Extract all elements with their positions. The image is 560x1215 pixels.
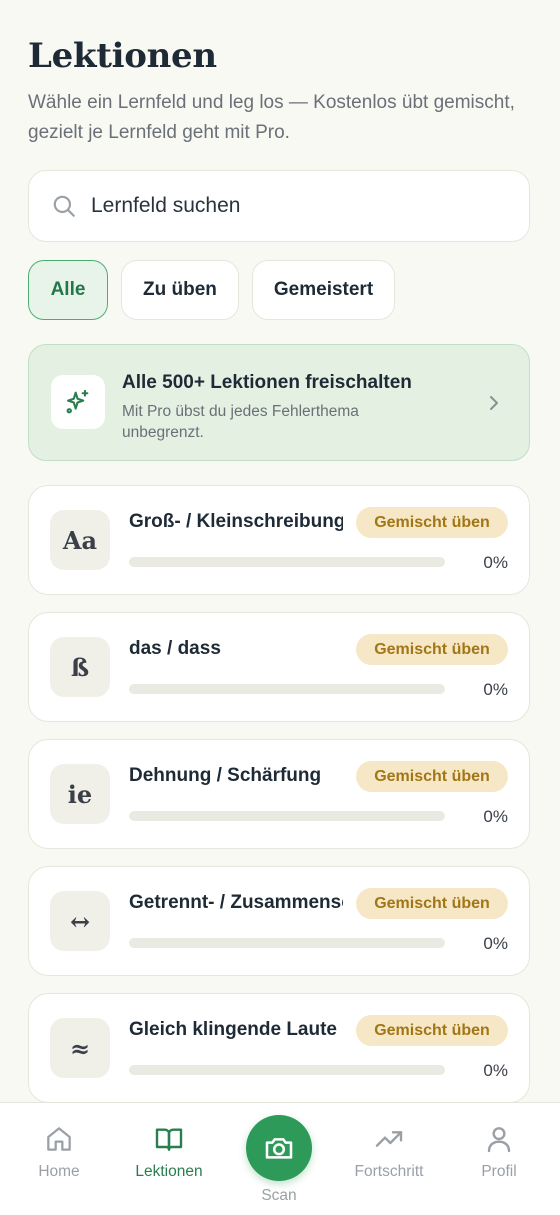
progress-bar bbox=[129, 811, 445, 821]
nav-lessons[interactable]: Lektionen bbox=[119, 1123, 219, 1181]
mixed-practice-badge[interactable]: Gemischt üben bbox=[356, 888, 508, 919]
lesson-card-dehnung-schaerfung[interactable]: ie Dehnung / Schärfung Gemischt üben 0% bbox=[28, 739, 530, 849]
nav-lessons-label: Lektionen bbox=[135, 1163, 203, 1180]
scan-button[interactable] bbox=[246, 1115, 312, 1181]
mixed-practice-badge[interactable]: Gemischt üben bbox=[356, 1015, 508, 1046]
progress-percent: 0% bbox=[483, 553, 508, 572]
page-title: Lektionen bbox=[28, 36, 217, 76]
pro-unlock-banner[interactable]: Alle 500+ Lektionen freischalten Mit Pro… bbox=[28, 344, 530, 461]
chevron-right-icon bbox=[490, 396, 498, 410]
lesson-title: Groß- / Kleinschreibung bbox=[129, 511, 343, 532]
lesson-icon: Aa bbox=[50, 510, 110, 570]
trending-up-icon bbox=[375, 1131, 403, 1147]
home-icon bbox=[47, 1127, 71, 1151]
progress-bar bbox=[129, 938, 445, 948]
user-icon bbox=[487, 1127, 511, 1153]
scan-label: Scan bbox=[261, 1187, 297, 1204]
filter-chip-to-practice[interactable]: Zu üben bbox=[121, 260, 239, 320]
progress-percent: 0% bbox=[483, 680, 508, 699]
nav-progress-label: Fortschritt bbox=[354, 1163, 424, 1180]
progress-percent: 0% bbox=[483, 1061, 508, 1080]
lesson-icon: ie bbox=[50, 764, 110, 824]
lesson-title: das / dass bbox=[129, 638, 221, 659]
promo-description: Mit Pro übst du jedes Fehlerthema unbegr… bbox=[122, 403, 359, 441]
lesson-title: Getrennt- / Zusammenschreibung bbox=[129, 892, 343, 913]
progress-bar bbox=[129, 557, 445, 567]
book-icon bbox=[155, 1128, 183, 1151]
search-bar[interactable] bbox=[28, 170, 530, 242]
filter-chips: Alle Zu üben Gemeistert bbox=[28, 260, 396, 320]
lesson-title: Dehnung / Schärfung bbox=[129, 765, 322, 786]
search-icon bbox=[53, 195, 75, 217]
nav-profile[interactable]: Profil bbox=[449, 1123, 549, 1181]
progress-percent: 0% bbox=[483, 934, 508, 953]
nav-progress[interactable]: Fortschritt bbox=[339, 1123, 439, 1181]
lesson-card-getrennt-zusammen[interactable]: ↔ Getrennt- / Zusammenschreibung Gemisch… bbox=[28, 866, 530, 976]
filter-chip-mastered[interactable]: Gemeistert bbox=[251, 260, 396, 320]
bottom-nav: Home Lektionen Scan Fortschritt Profil bbox=[0, 1102, 560, 1215]
progress-bar bbox=[129, 684, 445, 694]
progress-bar bbox=[129, 1065, 445, 1075]
lesson-title: Gleich klingende Laute bbox=[129, 1019, 337, 1040]
nav-home[interactable]: Home bbox=[9, 1123, 109, 1181]
nav-home-label: Home bbox=[38, 1163, 80, 1180]
lesson-icon: ≈ bbox=[50, 1018, 110, 1078]
mixed-practice-badge[interactable]: Gemischt üben bbox=[356, 761, 508, 792]
promo-title: Alle 500+ Lektionen freischalten bbox=[122, 372, 412, 393]
page-subtitle: Wähle ein Lernfeld und leg los — Kostenl… bbox=[28, 92, 515, 143]
progress-percent: 0% bbox=[483, 807, 508, 826]
filter-chip-all[interactable]: Alle bbox=[28, 260, 108, 320]
lesson-icon: ß bbox=[50, 637, 110, 697]
lesson-card-capitalization[interactable]: Aa Groß- / Kleinschreibung Gemischt üben… bbox=[28, 485, 530, 595]
lesson-card-das-dass[interactable]: ß das / dass Gemischt üben 0% bbox=[28, 612, 530, 722]
nav-profile-label: Profil bbox=[481, 1163, 517, 1180]
search-input[interactable] bbox=[91, 194, 491, 218]
sparkle-icon bbox=[51, 375, 105, 429]
lesson-icon: ↔ bbox=[50, 891, 110, 951]
mixed-practice-badge[interactable]: Gemischt üben bbox=[356, 507, 508, 538]
mixed-practice-badge[interactable]: Gemischt üben bbox=[356, 634, 508, 665]
lesson-card-gleich-klingende-laute[interactable]: ≈ Gleich klingende Laute Gemischt üben 0… bbox=[28, 993, 530, 1103]
camera-icon bbox=[265, 1138, 293, 1159]
